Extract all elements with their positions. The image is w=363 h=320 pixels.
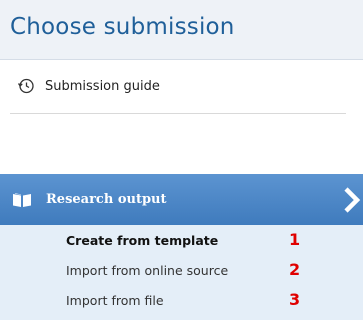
research-output-submenu: Create from template 1 Import from onlin… xyxy=(0,225,363,320)
create-from-template-item[interactable]: Create from template xyxy=(66,233,218,248)
clock-history-icon xyxy=(17,78,34,94)
import-from-file-item[interactable]: Import from file xyxy=(66,293,164,308)
submission-guide-label: Submission guide xyxy=(45,78,160,94)
panel-header: Choose submission xyxy=(0,0,363,60)
book-icon xyxy=(13,192,31,207)
import-from-online-source-item[interactable]: Import from online source xyxy=(66,263,228,278)
marker-2: 2 xyxy=(289,260,301,279)
submission-panel: Choose submission Submission guide Resea… xyxy=(0,0,363,320)
marker-3: 3 xyxy=(289,290,301,309)
research-output-section[interactable]: Research output xyxy=(0,174,363,225)
marker-1: 1 xyxy=(289,230,301,249)
submission-guide-link[interactable]: Submission guide xyxy=(17,76,160,96)
page-title: Choose submission xyxy=(10,14,235,40)
divider xyxy=(10,113,346,114)
chevron-right-icon[interactable] xyxy=(343,186,361,214)
research-output-label: Research output xyxy=(46,192,167,207)
